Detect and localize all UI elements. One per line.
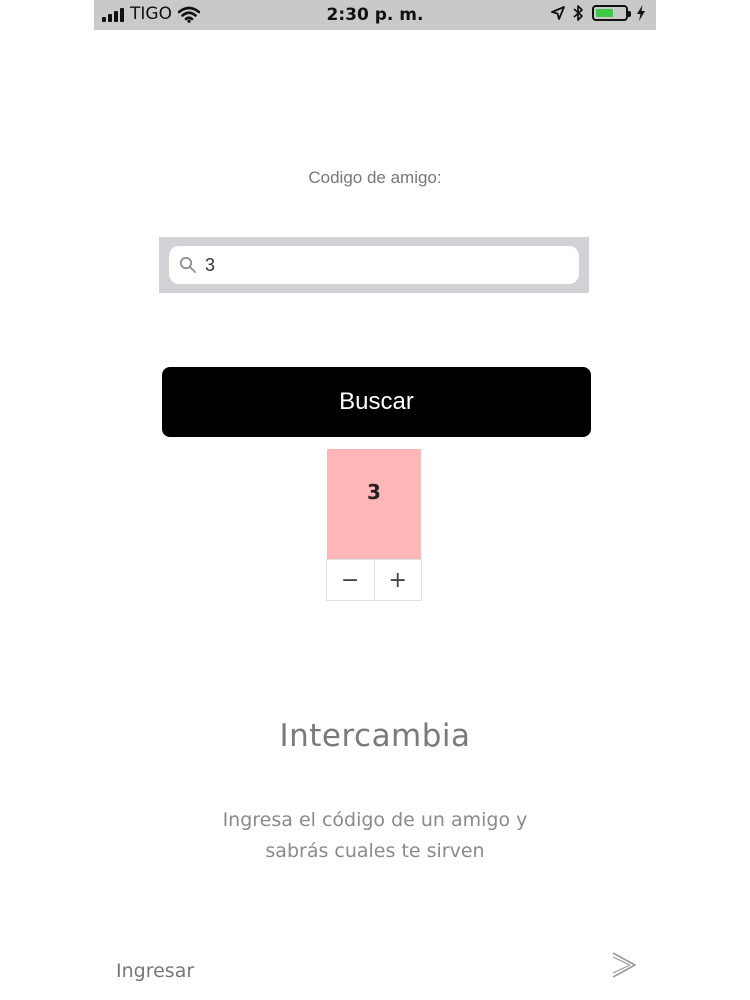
increment-button[interactable]: + <box>373 560 421 600</box>
decrement-button[interactable]: − <box>327 560 374 600</box>
battery-level <box>596 9 614 17</box>
location-arrow-icon <box>551 6 565 20</box>
page-subtitle: Ingresa el código de un amigo y sabrás c… <box>0 805 750 867</box>
search-bar <box>159 237 589 293</box>
search-input[interactable] <box>205 246 565 284</box>
friend-code-label: Codigo de amigo: <box>308 168 442 187</box>
status-bar-right <box>551 4 646 22</box>
page-title: Intercambia <box>279 718 471 754</box>
subtitle-line-2: sabrás cuales te sirven <box>265 840 485 862</box>
chevron-right-icon[interactable] <box>610 950 638 980</box>
battery-icon <box>592 5 631 21</box>
bluetooth-icon <box>573 5 583 21</box>
search-field[interactable] <box>169 246 579 284</box>
status-bar: TIGO 2:30 p. m. <box>94 0 656 30</box>
search-button[interactable]: Buscar <box>162 367 591 437</box>
result-value: 3 <box>367 480 381 504</box>
charging-bolt-icon <box>637 5 645 21</box>
login-link[interactable]: Ingresar <box>116 960 194 982</box>
subtitle-line-1: Ingresa el código de un amigo y <box>222 809 528 831</box>
search-icon <box>179 256 196 273</box>
result-cell[interactable]: 3 <box>327 449 421 559</box>
quantity-stepper: − + <box>326 559 422 601</box>
